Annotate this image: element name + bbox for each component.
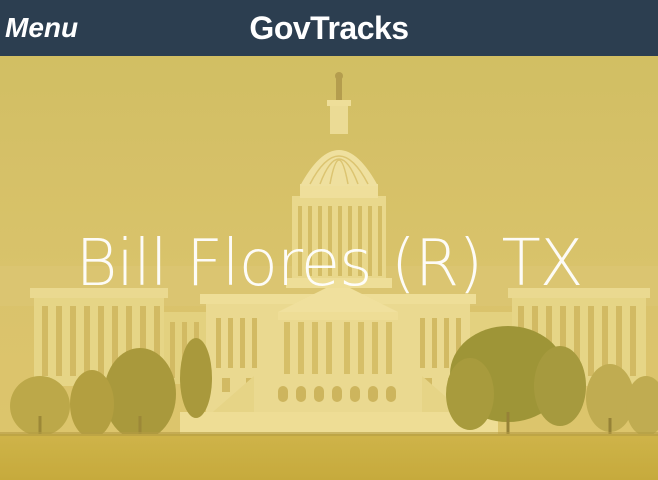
top-navbar: Menu GovTracks <box>0 0 658 56</box>
hero-banner: Bill Flores (R) TX <box>0 56 658 480</box>
app-root: Menu GovTracks Bill Flores (R) TX <box>0 0 658 480</box>
app-brand-title[interactable]: GovTracks <box>0 9 658 47</box>
member-name-title: Bill Flores (R) TX <box>75 227 584 301</box>
